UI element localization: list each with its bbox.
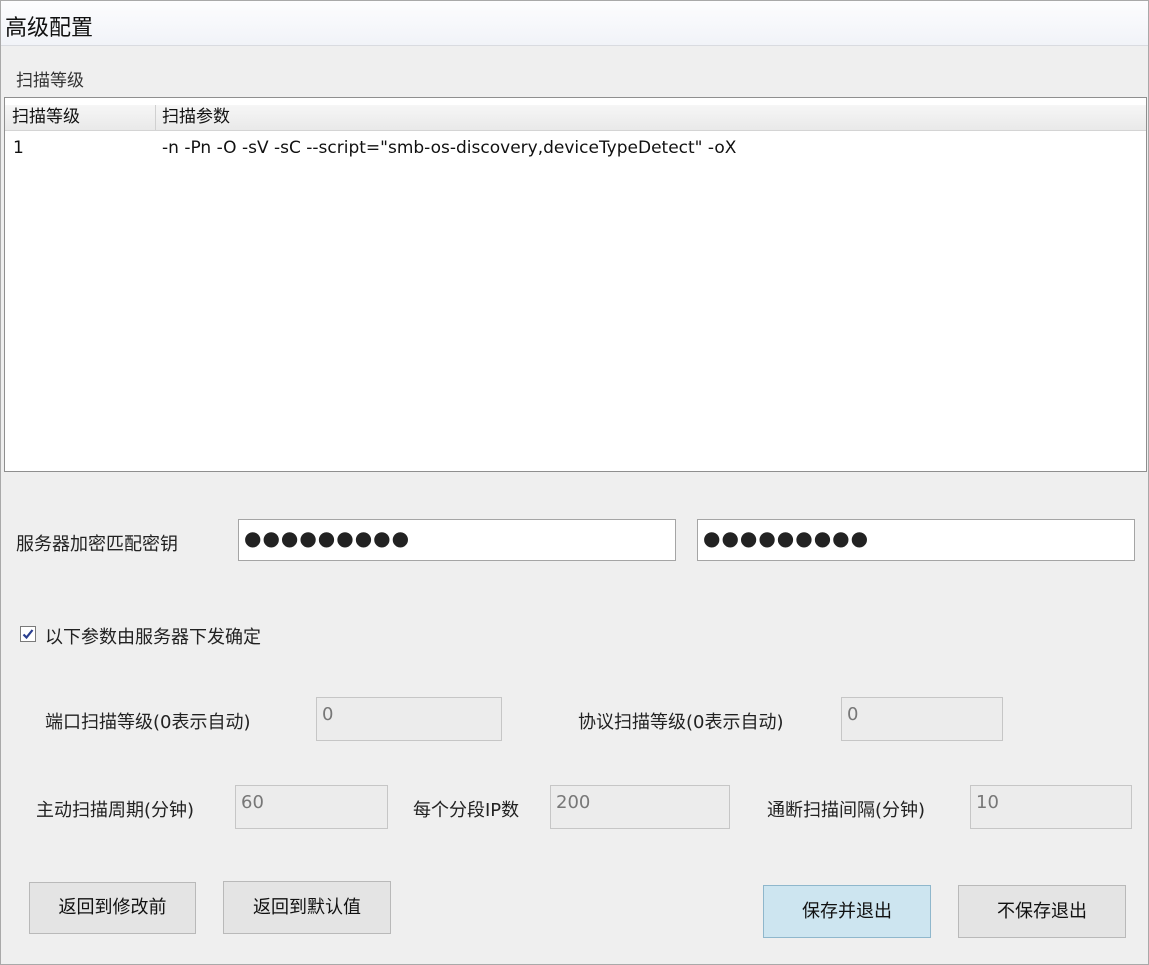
table-header: 扫描等级 扫描参数 — [5, 105, 1146, 131]
protocol-scan-level-field[interactable]: 0 — [841, 697, 1003, 741]
server-key-field[interactable]: ●●●●●●●●● — [238, 519, 676, 561]
ips-per-segment-label: 每个分段IP数 — [413, 800, 520, 821]
active-scan-period-field[interactable]: 60 — [235, 785, 388, 829]
window-title: 高级配置 — [5, 16, 94, 41]
server-key-confirm-field[interactable]: ●●●●●●●●● — [697, 519, 1135, 561]
protocol-scan-level-label: 协议扫描等级(0表示自动) — [578, 712, 784, 733]
scan-level-section-label: 扫描等级 — [16, 71, 84, 91]
column-header-scan-level[interactable]: 扫描等级 — [12, 106, 80, 129]
checkmark-icon — [22, 629, 34, 640]
connectivity-interval-label: 通断扫描间隔(分钟) — [767, 800, 926, 821]
column-header-scan-params[interactable]: 扫描参数 — [162, 106, 230, 129]
reset-default-button[interactable]: 返回到默认值 — [223, 881, 391, 934]
ips-per-segment-field[interactable]: 200 — [550, 785, 730, 829]
server-key-label: 服务器加密匹配密钥 — [16, 534, 178, 555]
cell-scan-level: 1 — [13, 138, 24, 158]
advanced-config-window: 高级配置 扫描等级 扫描等级 扫描参数 1 -n -Pn -O -sV -sC … — [0, 0, 1149, 965]
port-scan-level-label: 端口扫描等级(0表示自动) — [45, 712, 251, 733]
scan-level-table: 扫描等级 扫描参数 1 -n -Pn -O -sV -sC --script="… — [4, 97, 1147, 472]
column-divider[interactable] — [155, 105, 156, 130]
connectivity-interval-field[interactable]: 10 — [970, 785, 1132, 829]
server-dispatch-label: 以下参数由服务器下发确定 — [45, 627, 261, 648]
save-and-exit-button[interactable]: 保存并退出 — [763, 885, 931, 938]
server-dispatch-checkbox[interactable] — [20, 626, 36, 642]
table-row[interactable]: 1 -n -Pn -O -sV -sC --script="smb-os-dis… — [5, 135, 1146, 161]
active-scan-period-label: 主动扫描周期(分钟) — [36, 800, 195, 821]
port-scan-level-field[interactable]: 0 — [316, 697, 502, 741]
revert-button[interactable]: 返回到修改前 — [29, 882, 196, 934]
title-bar: 高级配置 — [1, 1, 1148, 46]
cell-scan-params: -n -Pn -O -sV -sC --script="smb-os-disco… — [162, 138, 737, 158]
exit-without-save-button[interactable]: 不保存退出 — [958, 885, 1126, 938]
